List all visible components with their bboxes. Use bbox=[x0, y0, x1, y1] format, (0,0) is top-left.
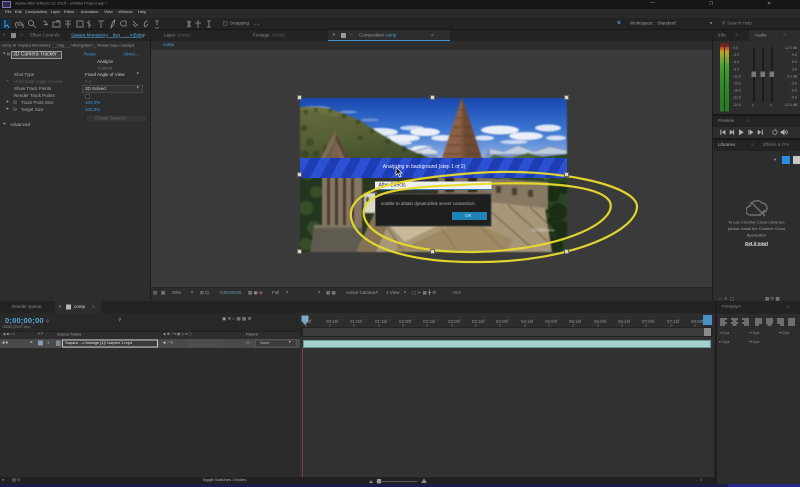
svg-text:05:00f: 05:00f bbox=[545, 319, 558, 324]
svg-text:07:00f: 07:00f bbox=[642, 319, 655, 324]
svg-text:02:15f: 02:15f bbox=[423, 319, 436, 324]
svg-text:00:15f: 00:15f bbox=[326, 319, 339, 324]
svg-text:05:15f: 05:15f bbox=[569, 319, 582, 324]
svg-text:03:15f: 03:15f bbox=[472, 319, 485, 324]
svg-text:02:00f: 02:00f bbox=[399, 319, 412, 324]
svg-text:06:15f: 06:15f bbox=[618, 319, 631, 324]
svg-text:01:15f: 01:15f bbox=[375, 319, 388, 324]
svg-text:01:00f: 01:00f bbox=[350, 319, 363, 324]
svg-text:04:15f: 04:15f bbox=[521, 319, 534, 324]
svg-text:06:00f: 06:00f bbox=[594, 319, 607, 324]
svg-text:07:15f: 07:15f bbox=[667, 319, 680, 324]
svg-text:03:00f: 03:00f bbox=[448, 319, 461, 324]
svg-text:04:00f: 04:00f bbox=[496, 319, 509, 324]
